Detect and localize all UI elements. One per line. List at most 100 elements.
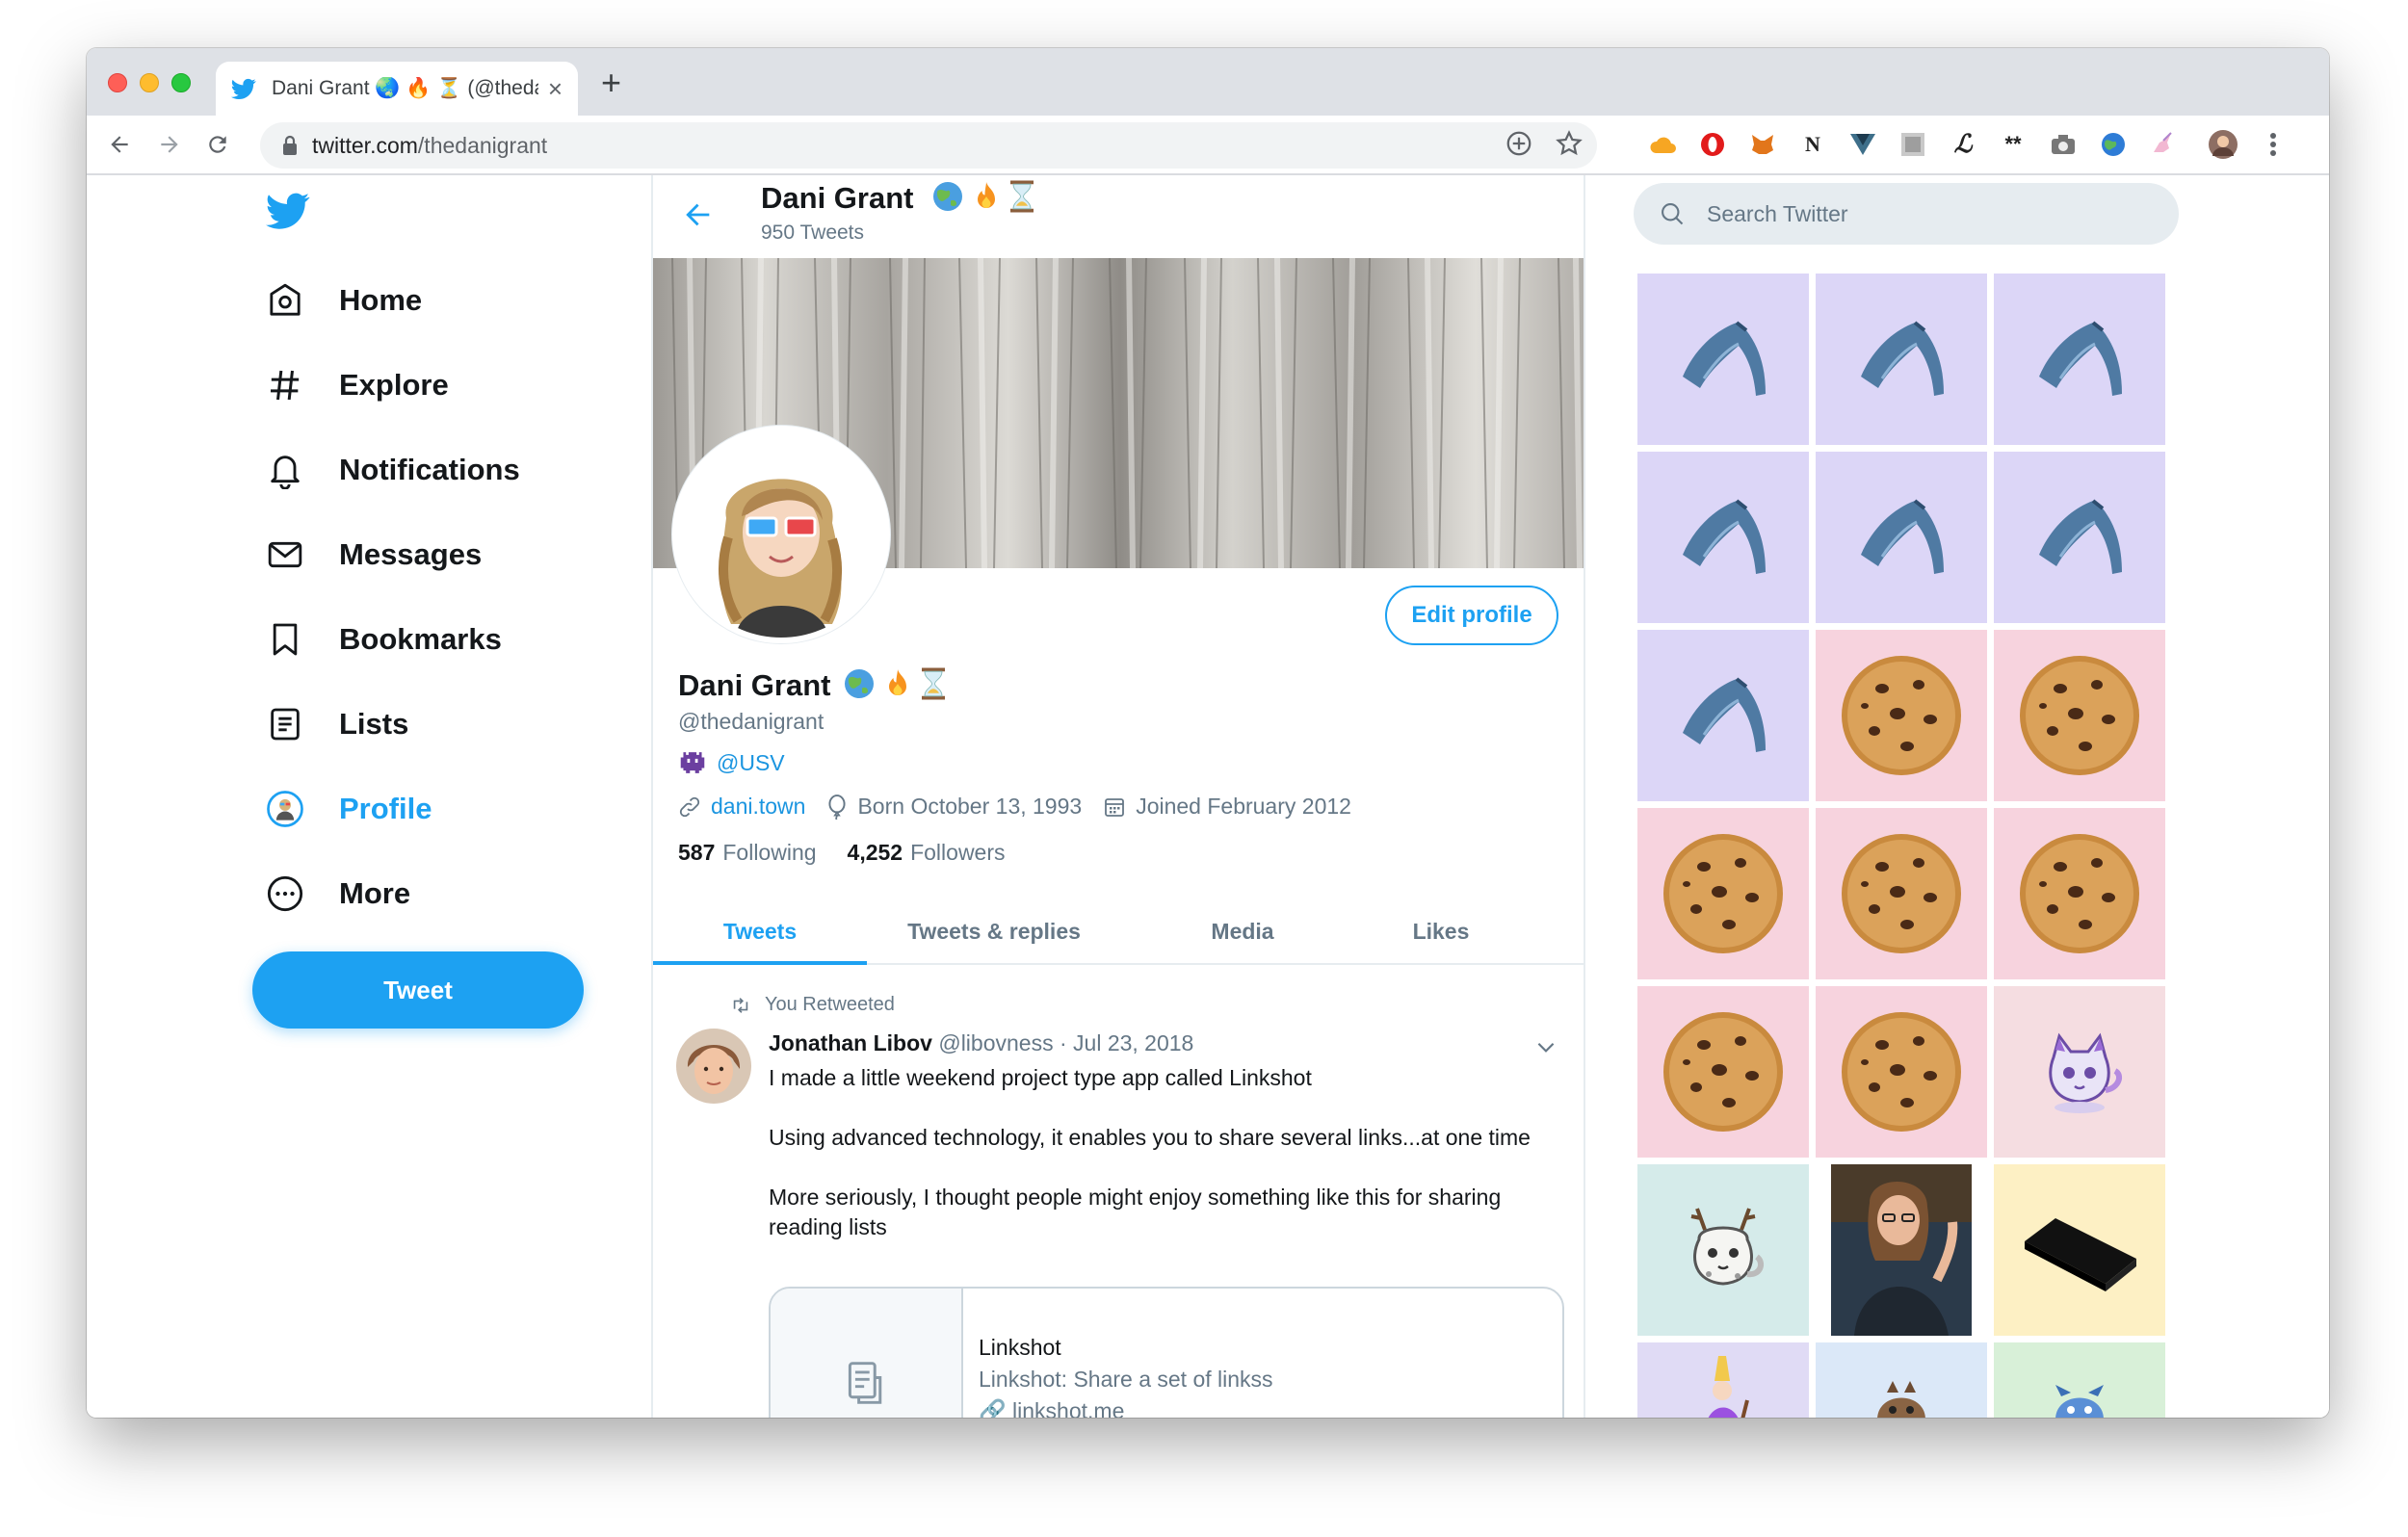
jeans-image-tile[interactable] bbox=[1994, 452, 2165, 623]
tweet-author-handle[interactable]: @libovness bbox=[938, 1030, 1053, 1055]
jeans-image-tile[interactable] bbox=[1637, 274, 1809, 445]
nav-item-explore[interactable]: Explore bbox=[266, 356, 449, 414]
cryptokitty-image-tile[interactable] bbox=[1994, 986, 2165, 1158]
new-tab-button[interactable]: + bbox=[601, 65, 621, 100]
tab-tweets-and-replies[interactable]: Tweets & replies bbox=[867, 899, 1121, 963]
wizard-image bbox=[1708, 1356, 1749, 1418]
unicorn-extension-icon[interactable] bbox=[2148, 129, 2179, 160]
nav-label-home: Home bbox=[339, 283, 423, 317]
follow-stats: 587 Following 4,252 Followers bbox=[678, 840, 1006, 866]
metamask-extension-icon[interactable] bbox=[1747, 129, 1778, 160]
reload-button[interactable] bbox=[198, 125, 237, 164]
script-l-extension-icon[interactable]: ℒ bbox=[1948, 129, 1978, 160]
star-icon[interactable] bbox=[1555, 129, 1584, 158]
address-bar[interactable]: twitter.com/thedanigrant bbox=[260, 122, 1597, 169]
jeans-image-tile[interactable] bbox=[1994, 274, 2165, 445]
cookie-image-tile[interactable] bbox=[1637, 808, 1809, 979]
tab-strip: Dani Grant 🌏 🔥 ⏳ (@thedan × + bbox=[87, 48, 2329, 116]
black-block-image-tile[interactable] bbox=[1994, 1164, 2165, 1336]
reindeer-kitty-image-tile[interactable] bbox=[1637, 1164, 1809, 1336]
close-tab-icon[interactable]: × bbox=[548, 76, 563, 101]
creature-image-tile[interactable] bbox=[1816, 1342, 1987, 1418]
back-button[interactable] bbox=[100, 125, 139, 164]
twitter-logo-icon[interactable] bbox=[266, 193, 310, 231]
profile-avatar[interactable] bbox=[672, 426, 890, 643]
tab-tweets[interactable]: Tweets bbox=[653, 899, 867, 965]
tab-likes[interactable]: Likes bbox=[1364, 899, 1518, 963]
nav-item-profile[interactable]: Profile bbox=[266, 780, 432, 838]
header-name-emojis bbox=[930, 179, 1036, 214]
tweet-body: I made a little weekend project type app… bbox=[769, 1063, 1558, 1272]
nav-item-lists[interactable]: Lists bbox=[266, 695, 408, 753]
cookie-image bbox=[2020, 834, 2139, 953]
tweet-author-name[interactable]: Jonathan Libov bbox=[769, 1030, 932, 1055]
link-preview-card[interactable]: Linkshot Linkshot: Share a set of linkss… bbox=[769, 1287, 1564, 1418]
nav-item-bookmarks[interactable]: Bookmarks bbox=[266, 611, 502, 668]
vue-extension-icon[interactable] bbox=[1847, 129, 1878, 160]
cookie-image-tile[interactable] bbox=[1816, 986, 1987, 1158]
nav-item-home[interactable]: Home bbox=[266, 272, 422, 329]
photo-image-tile[interactable] bbox=[1816, 1164, 1987, 1336]
opera-extension-icon[interactable] bbox=[1697, 129, 1728, 160]
link-icon bbox=[679, 796, 700, 817]
cookie-image-tile[interactable] bbox=[1994, 808, 2165, 979]
tab-media[interactable]: Media bbox=[1121, 899, 1364, 963]
back-arrow-icon[interactable] bbox=[682, 198, 715, 231]
image-extension-icon[interactable] bbox=[1898, 129, 1928, 160]
jeans-image-tile[interactable] bbox=[1816, 274, 1987, 445]
blue-creature-image-tile[interactable] bbox=[1994, 1342, 2165, 1418]
cookie-image-tile[interactable] bbox=[1994, 630, 2165, 801]
search-input[interactable]: Search Twitter bbox=[1634, 183, 2179, 245]
card-title: Linkshot bbox=[979, 1335, 1061, 1360]
following-link[interactable]: 587 Following bbox=[678, 840, 817, 866]
close-window-button[interactable] bbox=[108, 73, 127, 92]
add-circle-icon[interactable] bbox=[1505, 129, 1533, 158]
tweet-author-avatar[interactable] bbox=[676, 1029, 751, 1104]
nav-item-messages[interactable]: Messages bbox=[266, 526, 482, 584]
nav-label-explore: Explore bbox=[339, 368, 449, 402]
jeans-image-tile[interactable] bbox=[1816, 452, 1987, 623]
cookie-image-tile[interactable] bbox=[1816, 808, 1987, 979]
minimize-window-button[interactable] bbox=[140, 73, 159, 92]
bio-mention-link[interactable]: @USV bbox=[717, 750, 785, 776]
cookie-image bbox=[1842, 656, 1961, 775]
kebab-menu-icon[interactable] bbox=[2258, 129, 2289, 160]
cloud-extension-icon[interactable] bbox=[1647, 129, 1678, 160]
tweet-header: Jonathan Libov @libovness · Jul 23, 2018 bbox=[769, 1030, 1193, 1056]
fire-emoji-icon bbox=[978, 182, 995, 208]
chevron-down-icon[interactable] bbox=[1533, 1034, 1558, 1059]
main-column: Dani Grant 950 Tweets Edit profile Dani … bbox=[651, 175, 1585, 1418]
jeans-image bbox=[2039, 321, 2122, 396]
cookie-image-tile[interactable] bbox=[1816, 630, 1987, 801]
edit-profile-button[interactable]: Edit profile bbox=[1385, 586, 1558, 645]
left-sidebar: Home Explore Notifications Messages Book… bbox=[87, 175, 651, 1418]
tweet-date[interactable]: Jul 23, 2018 bbox=[1073, 1030, 1193, 1055]
retweet-indicator: You Retweeted bbox=[730, 994, 895, 1016]
jeans-image bbox=[1683, 321, 1766, 396]
nav-item-notifications[interactable]: Notifications bbox=[266, 441, 520, 499]
notion-extension-icon[interactable]: N bbox=[1797, 129, 1828, 160]
globe-emoji-icon bbox=[845, 669, 874, 698]
retweet-icon bbox=[733, 997, 748, 1013]
globe-extension-icon[interactable] bbox=[2098, 129, 2129, 160]
website-link[interactable]: dani.town bbox=[711, 794, 805, 820]
jeans-image-tile[interactable] bbox=[1637, 452, 1809, 623]
cookie-image-tile[interactable] bbox=[1637, 986, 1809, 1158]
nav-item-more[interactable]: More bbox=[266, 865, 410, 923]
followers-link[interactable]: 4,252 Followers bbox=[848, 840, 1006, 866]
browser-tab-active[interactable]: Dani Grant 🌏 🔥 ⏳ (@thedan × bbox=[216, 62, 578, 116]
asterisk-extension-icon[interactable]: ** bbox=[1998, 129, 2028, 160]
tweet-button[interactable]: Tweet bbox=[252, 951, 584, 1029]
birthday-text: Born October 13, 1993 bbox=[857, 794, 1083, 819]
joined-meta: Joined February 2012 bbox=[1103, 794, 1351, 820]
wizard-image-tile[interactable] bbox=[1637, 1342, 1809, 1418]
reload-icon bbox=[209, 136, 226, 153]
user-avatar-icon[interactable] bbox=[2208, 129, 2238, 160]
card-description: Linkshot: Share a set of linkss bbox=[979, 1367, 1273, 1392]
jeans-image-tile[interactable] bbox=[1637, 630, 1809, 801]
envelope-icon bbox=[268, 541, 302, 568]
header-tweet-count: 950 Tweets bbox=[761, 221, 865, 244]
maximize-window-button[interactable] bbox=[171, 73, 191, 92]
forward-button[interactable] bbox=[150, 125, 189, 164]
camera-extension-icon[interactable] bbox=[2048, 129, 2079, 160]
